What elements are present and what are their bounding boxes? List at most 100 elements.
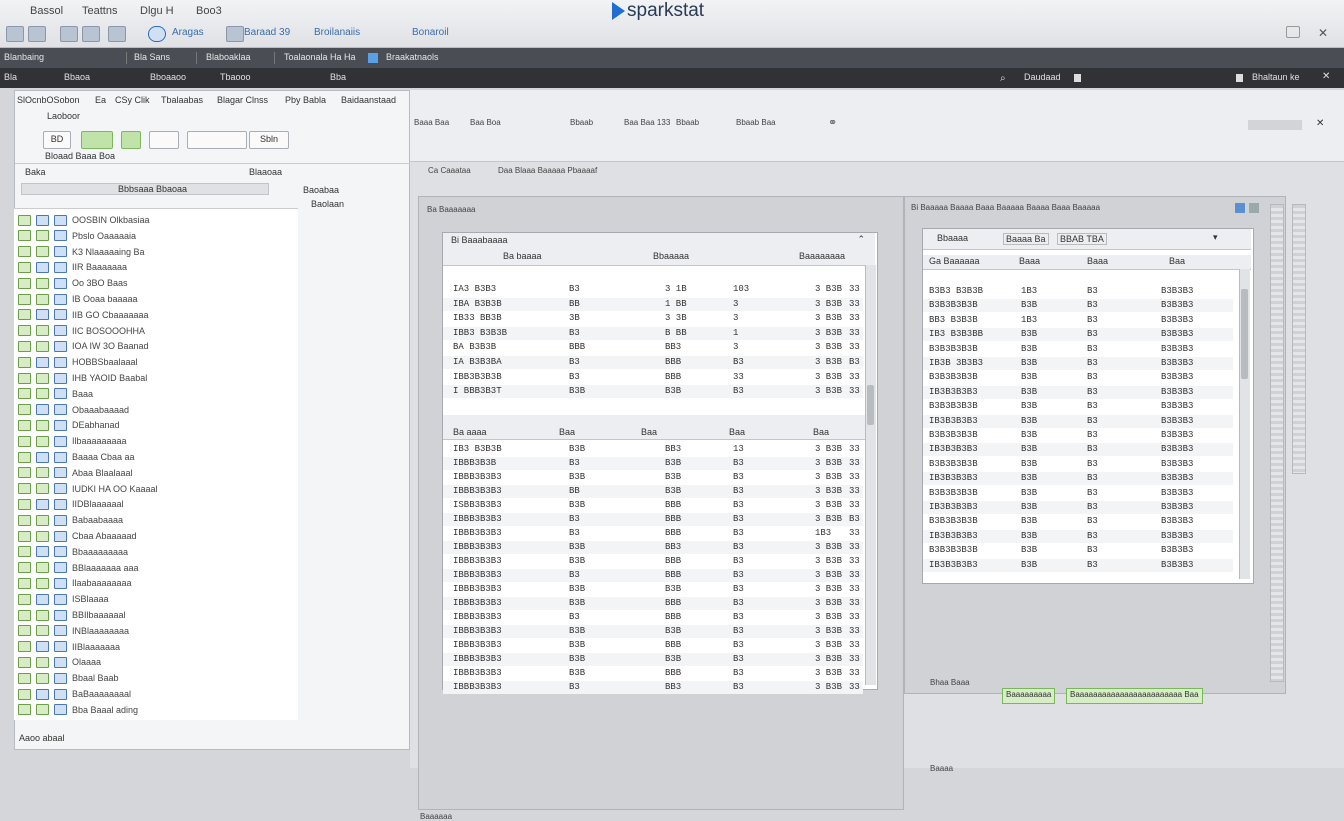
table-row[interactable]: IA3 B3B3 B3 3 1B 103 3 B3B 33: [443, 283, 863, 296]
side-scroll-rail[interactable]: [1270, 204, 1284, 682]
tree-item[interactable]: Olaaaa: [18, 655, 101, 669]
scrollbar-thumb[interactable]: [867, 385, 874, 425]
table-row[interactable]: IBBB3B3B3 B3B B3B B3 3 B3B 33: [443, 653, 863, 666]
tree-item[interactable]: Babaabaaaa: [18, 513, 123, 527]
table-row[interactable]: B3B3B3B3B B3B B3 B3B3B3: [923, 487, 1233, 500]
table-row[interactable]: IB3B 3B3B3 B3B B3 B3B3B3: [923, 357, 1233, 370]
content-tab[interactable]: Ca Caaataa: [428, 166, 471, 175]
tree-item[interactable]: Pbslo Oaaaaaia: [18, 229, 136, 243]
grid-chip[interactable]: BBAB TBA: [1057, 233, 1107, 245]
document-icon[interactable]: [226, 26, 244, 42]
toolbar-link[interactable]: Broilanaiis: [314, 27, 360, 38]
toolbar-item[interactable]: Bla: [4, 72, 17, 82]
dropdown-icon[interactable]: ▾: [1213, 232, 1218, 243]
toolbar-item[interactable]: Tbaooo: [220, 72, 251, 82]
table-row[interactable]: IB3B3B3B3 B3B B3 B3B3B3: [923, 472, 1233, 486]
table-row[interactable]: B3B3 B3B3B 1B3 B3 B3B3B3: [923, 285, 1233, 298]
table-row[interactable]: IB3 B3B3BB B3B B3 B3B3B3: [923, 328, 1233, 342]
tree-item[interactable]: Baaaa Cbaa aa: [18, 450, 135, 464]
tree-item[interactable]: BBlaaaaaaa aaa: [18, 561, 139, 575]
folder-icon[interactable]: [60, 26, 78, 42]
grid-header[interactable]: Baa: [559, 427, 575, 437]
tree-item[interactable]: INBlaaaaaaaa: [18, 624, 129, 638]
tree-item[interactable]: Bbaaaaaaaaa: [18, 545, 128, 559]
print-icon[interactable]: [108, 26, 126, 42]
tree-item[interactable]: IB Ooaa baaaaa: [18, 292, 138, 306]
vertical-scrollbar[interactable]: [1239, 269, 1250, 579]
tree-item[interactable]: OOSBIN Olkbasiaa: [18, 213, 150, 227]
panel-tab[interactable]: Ea: [95, 95, 106, 105]
tree-item[interactable]: IIBlaaaaaaa: [18, 640, 120, 654]
link-icon[interactable]: ⚭: [828, 116, 837, 129]
close-icon[interactable]: ✕: [1322, 71, 1330, 82]
status-chip[interactable]: Baaaaaaaaaaaaaaaaaaaaaaaa Baa: [1066, 688, 1203, 704]
grid-chip[interactable]: Baaaa Ba: [1003, 233, 1049, 245]
table-row[interactable]: IBBB3B3B3 B3 BBB B3 3 B3B B3: [443, 513, 863, 526]
tree-item[interactable]: IUDKI HA OO Kaaaal: [18, 482, 158, 496]
grid-header[interactable]: Ba baaaa: [503, 251, 542, 261]
toolbar-link[interactable]: Baraad 39: [244, 27, 290, 38]
tree-item[interactable]: IIB GO Cbaaaaaaa: [18, 308, 149, 322]
zoom-control[interactable]: [1248, 120, 1302, 130]
table-row[interactable]: IA B3B3BA B3 BBB B3 3 B3B B3: [443, 356, 863, 369]
tree-item[interactable]: K3 Nlaaaaaing Ba: [18, 245, 145, 259]
status-chip[interactable]: Baaaaaaaaa: [1002, 688, 1056, 704]
tree-item[interactable]: IIDBlaaaaaal: [18, 497, 124, 511]
tree-item[interactable]: Baaa: [18, 387, 93, 401]
panel-tab[interactable]: SlOcnbOSobon: [17, 95, 80, 105]
table-row[interactable]: B3B3B3B3B B3B B3 B3B3B3: [923, 458, 1233, 471]
pause-icon[interactable]: [1074, 74, 1081, 82]
table-row[interactable]: B3B3B3B3B B3B B3 B3B3B3: [923, 429, 1233, 442]
ribbon-label[interactable]: Baa Boa: [470, 118, 501, 127]
toolbar-item[interactable]: Bbaoa: [64, 72, 90, 82]
option-button[interactable]: [149, 131, 179, 149]
table-row[interactable]: IBBB3B3B3 B3 BBB B3 3 B3B 33: [443, 611, 863, 624]
tree-item[interactable]: IHB YAOID Baabal: [18, 371, 147, 385]
tab-item[interactable]: Toalaonala Ha Ha: [284, 52, 356, 62]
filter-label[interactable]: Blaaoaa: [249, 167, 282, 177]
grid-header[interactable]: Ga Baaaaaa: [929, 256, 980, 266]
table-row[interactable]: IBBB3B3B3 B3 BB3 B3 3 B3B 33: [443, 681, 863, 694]
grid-header[interactable]: Baa: [1169, 256, 1185, 266]
tree-item[interactable]: Ilbaaaaaaaaa: [18, 434, 127, 448]
collapse-icon[interactable]: ⌃: [857, 234, 865, 245]
toolbar-link[interactable]: Aragas: [172, 27, 204, 38]
side-scroll-rail[interactable]: [1292, 204, 1306, 474]
search-icon[interactable]: ⌕: [1000, 73, 1006, 84]
table-row[interactable]: B3B3B3B3B B3B B3 B3B3B3: [923, 299, 1233, 313]
tree-item[interactable]: ISBlaaaa: [18, 592, 109, 606]
panel-tab[interactable]: CSy Clik: [115, 95, 150, 105]
tab-item[interactable]: Blanbaing: [4, 52, 44, 62]
table-row[interactable]: IBBB3B3B3 B3B BBB B3 3 B3B 33: [443, 667, 863, 680]
vertical-scrollbar[interactable]: [865, 265, 876, 685]
back-icon[interactable]: [6, 26, 24, 42]
tree-item[interactable]: DEabhanad: [18, 418, 120, 432]
table-row[interactable]: IB3B3B3B3 B3B B3 B3B3B3: [923, 501, 1233, 514]
panel-tab[interactable]: Blagar Clnss: [217, 95, 268, 105]
tree-item[interactable]: Ilaabaaaaaaaa: [18, 576, 132, 590]
content-tab[interactable]: Daa Blaaa Baaaaa Pbaaaaf: [498, 166, 597, 175]
table-row[interactable]: IBA B3B3B BB 1 BB 3 3 B3B 33: [443, 297, 863, 311]
table-row[interactable]: IBBB3B3B3 B3B BBB B3 3 B3B 33: [443, 597, 863, 610]
grid-header[interactable]: Baaaaaaaa: [799, 251, 845, 261]
table-row[interactable]: IB3 B3B3B B3B BB3 13 3 B3B 33: [443, 443, 863, 456]
toolbar-item[interactable]: Daudaad: [1024, 72, 1061, 82]
menu-item[interactable]: Boo3: [196, 5, 222, 17]
table-row[interactable]: IBBB3B3B3 B3B BBB B3 3 B3B 33: [443, 555, 863, 568]
settings-icon[interactable]: [1286, 26, 1300, 38]
grid-header[interactable]: Ba aaaa: [453, 427, 487, 437]
close-icon[interactable]: ✕: [1316, 118, 1324, 129]
ribbon-label[interactable]: Baa Baa 133: [624, 118, 670, 127]
search-button[interactable]: Sbln: [249, 131, 289, 149]
filter-icon[interactable]: [1235, 203, 1245, 213]
table-row[interactable]: IB33 BB3B 3B 3 3B 3 3 B3B 33: [443, 312, 863, 325]
table-row[interactable]: IBBB3B3B3 B3B BB3 B3 3 B3B 33: [443, 541, 863, 554]
table-row[interactable]: IB3B3B3B3 B3B B3 B3B3B3: [923, 443, 1233, 457]
ribbon-label[interactable]: Baaa Baa: [414, 118, 449, 127]
toolbar-item[interactable]: Bba: [330, 72, 346, 82]
tree-item[interactable]: Bbaal Baab: [18, 671, 119, 685]
table-row[interactable]: BB3 B3B3B 1B3 B3 B3B3B3: [923, 314, 1233, 327]
table-row[interactable]: IBBB3B3B3 B3B B3B B3 3 B3B 33: [443, 583, 863, 596]
tree-item[interactable]: Oo 3BO Baas: [18, 276, 128, 290]
table-row[interactable]: BA B3B3B BBB BB3 3 3 B3B 33: [443, 341, 863, 354]
